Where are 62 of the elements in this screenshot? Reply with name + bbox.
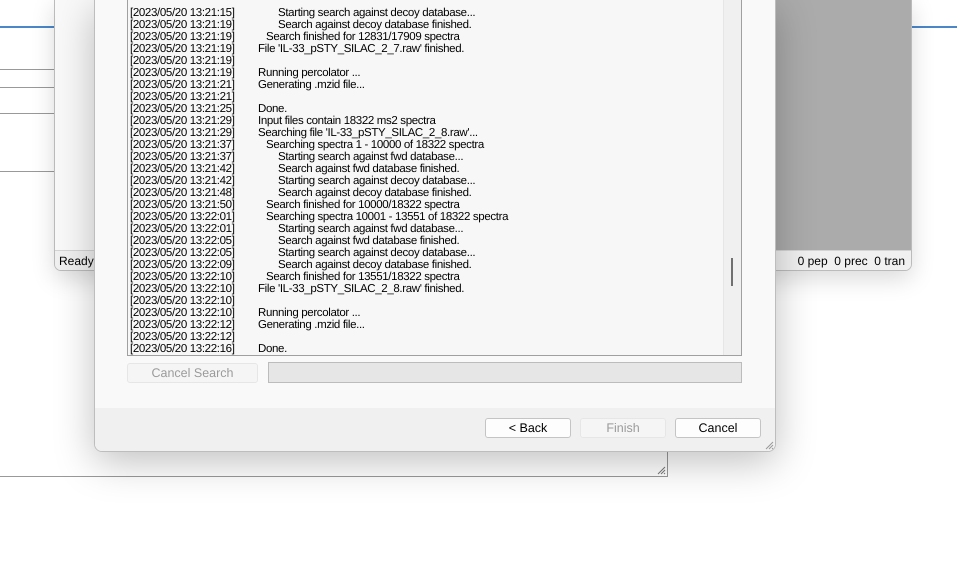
log-timestamp: [2023/05/20 13:22:01] <box>130 223 236 235</box>
log-message: Searching file 'IL-33_pSTY_SILAC_2_8.raw'... <box>258 127 478 139</box>
log-timestamp: [2023/05/20 13:21:29] <box>130 115 236 127</box>
log-message: Search finished for 10000/18322 spectra <box>265 199 460 211</box>
log-message: Searching spectra 10001 - 13551 of 18322 spectra <box>265 211 508 223</box>
log-timestamp: [2023/05/20 13:22:05] <box>130 247 236 259</box>
log-timestamp: [2023/05/20 13:21:42] <box>130 175 236 187</box>
log-message: Generating .mzid file... <box>258 79 365 91</box>
log-message: Search against decoy database finished. <box>277 187 472 199</box>
log-message: Running percolator ... <box>258 67 360 79</box>
log-timestamp: [2023/05/20 13:22:12] <box>130 331 236 343</box>
log-timestamp: [2023/05/20 13:21:29] <box>130 127 236 139</box>
log-timestamp: [2023/05/20 13:21:19] <box>130 19 236 31</box>
log-timestamp: [2023/05/20 13:22:05] <box>130 235 236 247</box>
log-message: Starting search against decoy database... <box>277 7 476 19</box>
log-message: Search finished for 12831/17909 spectra <box>265 31 460 43</box>
log-message: Search against fwd database finished. <box>277 235 460 247</box>
log-message: Search against decoy database finished. <box>277 19 472 31</box>
log-timestamp: [2023/05/20 13:21:50] <box>130 199 236 211</box>
wizard-button[interactable]: Cancel <box>675 418 761 438</box>
status-counts: 0 pep 0 prec 0 tran <box>798 254 905 268</box>
log-message: Done. <box>258 343 287 355</box>
log-message: Search against fwd database finished. <box>277 163 460 175</box>
log-timestamp: [2023/05/20 13:22:10] <box>130 271 236 283</box>
log-message: Searching spectra 1 - 10000 of 18322 spectra <box>265 139 484 151</box>
log-timestamp: [2023/05/20 13:21:37] <box>130 139 236 151</box>
log-message: Search against decoy database finished. <box>277 259 472 271</box>
log-message: Starting search against fwd database... <box>277 223 464 235</box>
log-message: Starting search against fwd database... <box>277 151 464 163</box>
log-timestamp: [2023/05/20 13:22:10] <box>130 295 236 307</box>
resize-grip-icon[interactable] <box>765 441 774 450</box>
log-message: Search finished for 13551/18322 spectra <box>265 271 460 283</box>
log-message: File 'IL-33_pSTY_SILAC_2_8.raw' finished. <box>258 283 464 295</box>
log-timestamp: [2023/05/20 13:22:09] <box>130 259 236 271</box>
resize-grip-icon[interactable] <box>657 466 666 475</box>
log-message: Starting search against decoy database... <box>277 175 476 187</box>
log-message: Running percolator ... <box>258 307 360 319</box>
scrollbar-thumb[interactable] <box>731 258 733 286</box>
log-timestamp: [2023/05/20 13:22:01] <box>130 211 236 223</box>
log-timestamp: [2023/05/20 13:21:19] <box>130 55 236 67</box>
wizard-button[interactable]: < Back <box>485 418 571 438</box>
log-timestamp: [2023/05/20 13:22:16] <box>130 343 236 355</box>
log-timestamp: [2023/05/20 13:21:21] <box>130 91 236 103</box>
status-text: Ready <box>59 254 94 268</box>
log-timestamp: [2023/05/20 13:21:25] <box>130 103 236 115</box>
log-timestamp: [2023/05/20 13:22:12] <box>130 319 236 331</box>
log-message: Input files contain 18322 ms2 spectra <box>258 115 436 127</box>
log-timestamp: [2023/05/20 13:21:48] <box>130 187 236 199</box>
log-timestamp: [2023/05/20 13:21:15] <box>130 7 236 19</box>
log-timestamp: [2023/05/20 13:22:10] <box>130 307 236 319</box>
log-timestamp: [2023/05/20 13:21:19] <box>130 43 236 55</box>
log-timestamp: [2023/05/20 13:21:42] <box>130 163 236 175</box>
log-timestamp: [2023/05/20 13:22:10] <box>130 283 236 295</box>
log-timestamp: [2023/05/20 13:21:21] <box>130 79 236 91</box>
log-message: Starting search against decoy database... <box>277 247 476 259</box>
log-message: Done. <box>258 103 287 115</box>
scrollbar[interactable] <box>723 0 741 355</box>
log-timestamp: [2023/05/20 13:21:19] <box>130 67 236 79</box>
log-message: Generating .mzid file... <box>258 319 365 331</box>
log-message: File 'IL-33_pSTY_SILAC_2_7.raw' finished. <box>258 43 464 55</box>
log-timestamp: [2023/05/20 13:21:19] <box>130 31 236 43</box>
log-timestamp: [2023/05/20 13:21:37] <box>130 151 236 163</box>
